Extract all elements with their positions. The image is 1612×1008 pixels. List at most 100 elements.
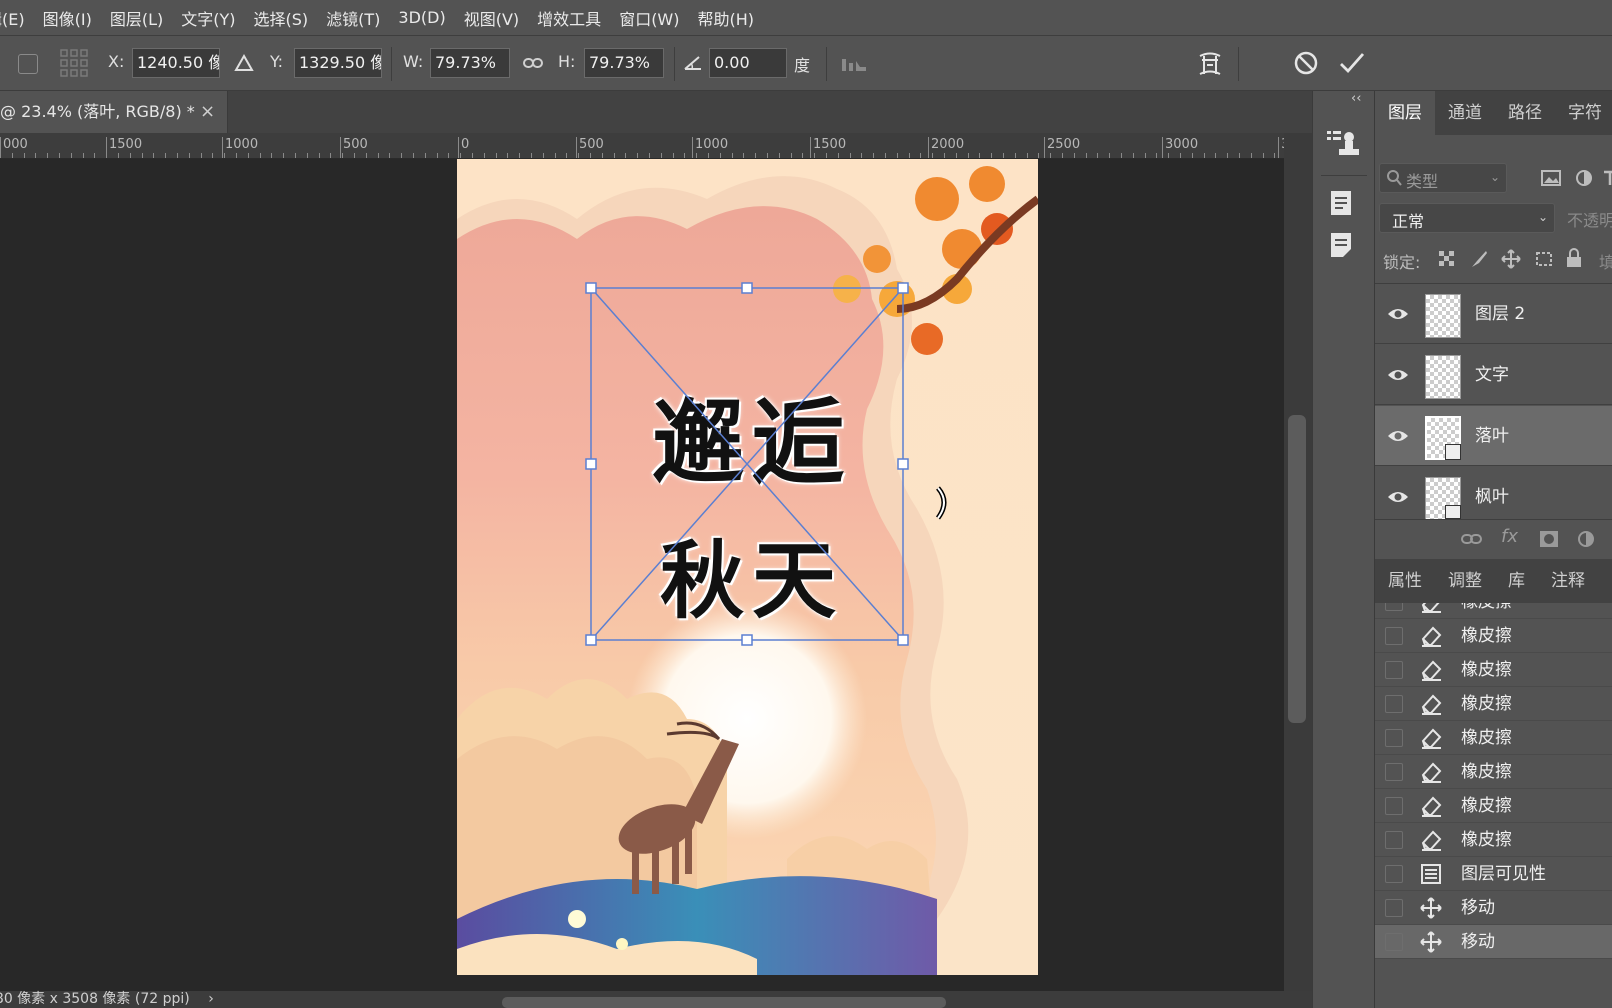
document-tab[interactable]: @ 23.4% (落叶, RGB/8) * ×: [0, 91, 228, 133]
reference-point-checkbox[interactable]: [18, 54, 38, 74]
menu-layer[interactable]: 图层(L): [101, 6, 172, 30]
layers-footer: fx: [1375, 519, 1612, 557]
history-snapshot-checkbox[interactable]: [1385, 899, 1403, 917]
lock-transparent-pixels-icon[interactable]: [1437, 249, 1457, 273]
smart-object-badge-icon: [1445, 505, 1461, 519]
history-item-name: 橡皮擦: [1461, 762, 1512, 782]
tab-properties[interactable]: 属性: [1375, 559, 1435, 603]
status-menu-arrow[interactable]: ›: [208, 991, 214, 1007]
history-item[interactable]: 图层可见性: [1375, 857, 1612, 891]
add-mask-icon[interactable]: [1539, 530, 1559, 552]
rotate-angle-field[interactable]: 0.00: [709, 48, 787, 78]
history-snapshot-checkbox[interactable]: [1385, 797, 1403, 815]
properties-panel-icon[interactable]: [1325, 125, 1365, 165]
visibility-eye-icon[interactable]: [1387, 367, 1409, 387]
history-snapshot-checkbox[interactable]: [1385, 933, 1403, 951]
history-snapshot-checkbox[interactable]: [1385, 603, 1403, 611]
horizontal-scroll-thumb[interactable]: [502, 997, 946, 1008]
layer-style-fx-icon[interactable]: fx: [1501, 526, 1518, 547]
history-item[interactable]: 橡皮擦: [1375, 687, 1612, 721]
tab-adjustments[interactable]: 调整: [1435, 559, 1495, 603]
interpolation-icon[interactable]: [840, 53, 870, 77]
close-tab-icon[interactable]: ×: [200, 91, 215, 133]
tab-libraries[interactable]: 库: [1495, 559, 1538, 603]
link-layers-icon[interactable]: [1461, 530, 1483, 552]
history-snapshot-checkbox[interactable]: [1385, 627, 1403, 645]
visibility-eye-icon[interactable]: [1387, 428, 1409, 448]
visibility-eye-icon[interactable]: [1387, 489, 1409, 509]
filter-type-icon[interactable]: [1603, 169, 1612, 191]
history-snapshot-checkbox[interactable]: [1385, 695, 1403, 713]
history-snapshot-checkbox[interactable]: [1385, 831, 1403, 849]
history-snapshot-checkbox[interactable]: [1385, 865, 1403, 883]
layer-row[interactable]: 图层 2: [1375, 284, 1612, 344]
layer-row[interactable]: 枫叶: [1375, 467, 1612, 519]
libraries-panel-icon[interactable]: [1327, 189, 1355, 221]
eraser-icon: [1419, 659, 1443, 685]
commit-transform-icon[interactable]: [1337, 49, 1367, 81]
tab-character[interactable]: 字符: [1555, 91, 1612, 135]
history-item[interactable]: 移动: [1375, 891, 1612, 925]
menu-view[interactable]: 视图(V): [455, 6, 528, 30]
menu-image[interactable]: 图像(I): [34, 6, 101, 30]
filter-adjustment-icon[interactable]: [1575, 169, 1595, 191]
x-position-field[interactable]: 1240.50 像: [132, 48, 220, 78]
tab-notes[interactable]: 注释: [1538, 559, 1598, 603]
history-item-current[interactable]: 移动: [1375, 925, 1612, 959]
layer-thumbnail: [1425, 294, 1461, 338]
menu-window[interactable]: 窗口(W): [610, 6, 688, 30]
lock-image-pixels-icon[interactable]: [1469, 249, 1489, 273]
h-label: H:: [558, 52, 576, 71]
layer-filter-select[interactable]: 类型 ⌄: [1379, 163, 1507, 193]
layer-name[interactable]: 枫叶: [1475, 467, 1509, 519]
cancel-transform-icon[interactable]: [1292, 49, 1320, 81]
lock-all-icon[interactable]: [1565, 247, 1583, 273]
layer-row[interactable]: 文字: [1375, 345, 1612, 405]
visibility-eye-icon[interactable]: [1387, 306, 1409, 326]
warp-mode-icon[interactable]: [1195, 48, 1225, 82]
width-field[interactable]: 79.73%: [430, 48, 510, 78]
filter-image-icon[interactable]: [1541, 169, 1561, 191]
tab-paths[interactable]: 路径: [1495, 91, 1555, 135]
menu-select[interactable]: 选择(S): [245, 6, 318, 30]
layer-name[interactable]: 图层 2: [1475, 284, 1525, 344]
height-field[interactable]: 79.73%: [584, 48, 664, 78]
layer-name[interactable]: 落叶: [1475, 406, 1509, 466]
y-position-field[interactable]: 1329.50 像: [294, 48, 382, 78]
eraser-icon: [1419, 761, 1443, 787]
relative-position-icon[interactable]: [234, 53, 254, 77]
menu-edit[interactable]: 编辑(E): [0, 6, 34, 30]
menu-help[interactable]: 帮助(H): [689, 6, 764, 30]
lock-position-icon[interactable]: [1501, 249, 1521, 273]
history-item[interactable]: 橡皮擦: [1375, 619, 1612, 653]
transform-bounding-box[interactable]: [0, 159, 1284, 991]
layer-name[interactable]: 文字: [1475, 345, 1509, 405]
history-item[interactable]: 橡皮擦: [1375, 823, 1612, 857]
history-item[interactable]: 橡皮擦: [1375, 721, 1612, 755]
link-icon[interactable]: [522, 53, 544, 77]
history-snapshot-checkbox[interactable]: [1385, 661, 1403, 679]
tab-layers[interactable]: 图层: [1375, 91, 1435, 135]
notes-panel-icon[interactable]: [1327, 231, 1355, 263]
history-item[interactable]: 橡皮擦: [1375, 789, 1612, 823]
tab-channels[interactable]: 通道: [1435, 91, 1495, 135]
menu-plugins[interactable]: 增效工具: [528, 6, 610, 30]
layer-row-selected[interactable]: 落叶: [1375, 406, 1612, 466]
vertical-scroll-thumb[interactable]: [1288, 415, 1306, 723]
blend-mode-select[interactable]: 正常 ⌄: [1379, 203, 1555, 233]
canvas-area[interactable]: 邂逅 秋天: [0, 159, 1284, 991]
document-tab-title: @ 23.4% (落叶, RGB/8) *: [0, 102, 195, 121]
menu-type[interactable]: 文字(Y): [172, 6, 244, 30]
history-item-partial[interactable]: 橡皮擦: [1375, 603, 1612, 619]
new-adjustment-layer-icon[interactable]: [1577, 530, 1597, 552]
history-snapshot-checkbox[interactable]: [1385, 763, 1403, 781]
menu-filter[interactable]: 滤镜(T): [317, 6, 389, 30]
reference-point-grid-icon[interactable]: [60, 49, 88, 77]
collapsed-panel-strip: ‹‹: [1312, 91, 1374, 1008]
lock-artboard-icon[interactable]: [1533, 249, 1555, 273]
menu-3d[interactable]: 3D(D): [389, 8, 454, 27]
history-snapshot-checkbox[interactable]: [1385, 729, 1403, 747]
collapse-panels-icon[interactable]: ‹‹: [1351, 91, 1361, 106]
history-item[interactable]: 橡皮擦: [1375, 653, 1612, 687]
history-item[interactable]: 橡皮擦: [1375, 755, 1612, 789]
